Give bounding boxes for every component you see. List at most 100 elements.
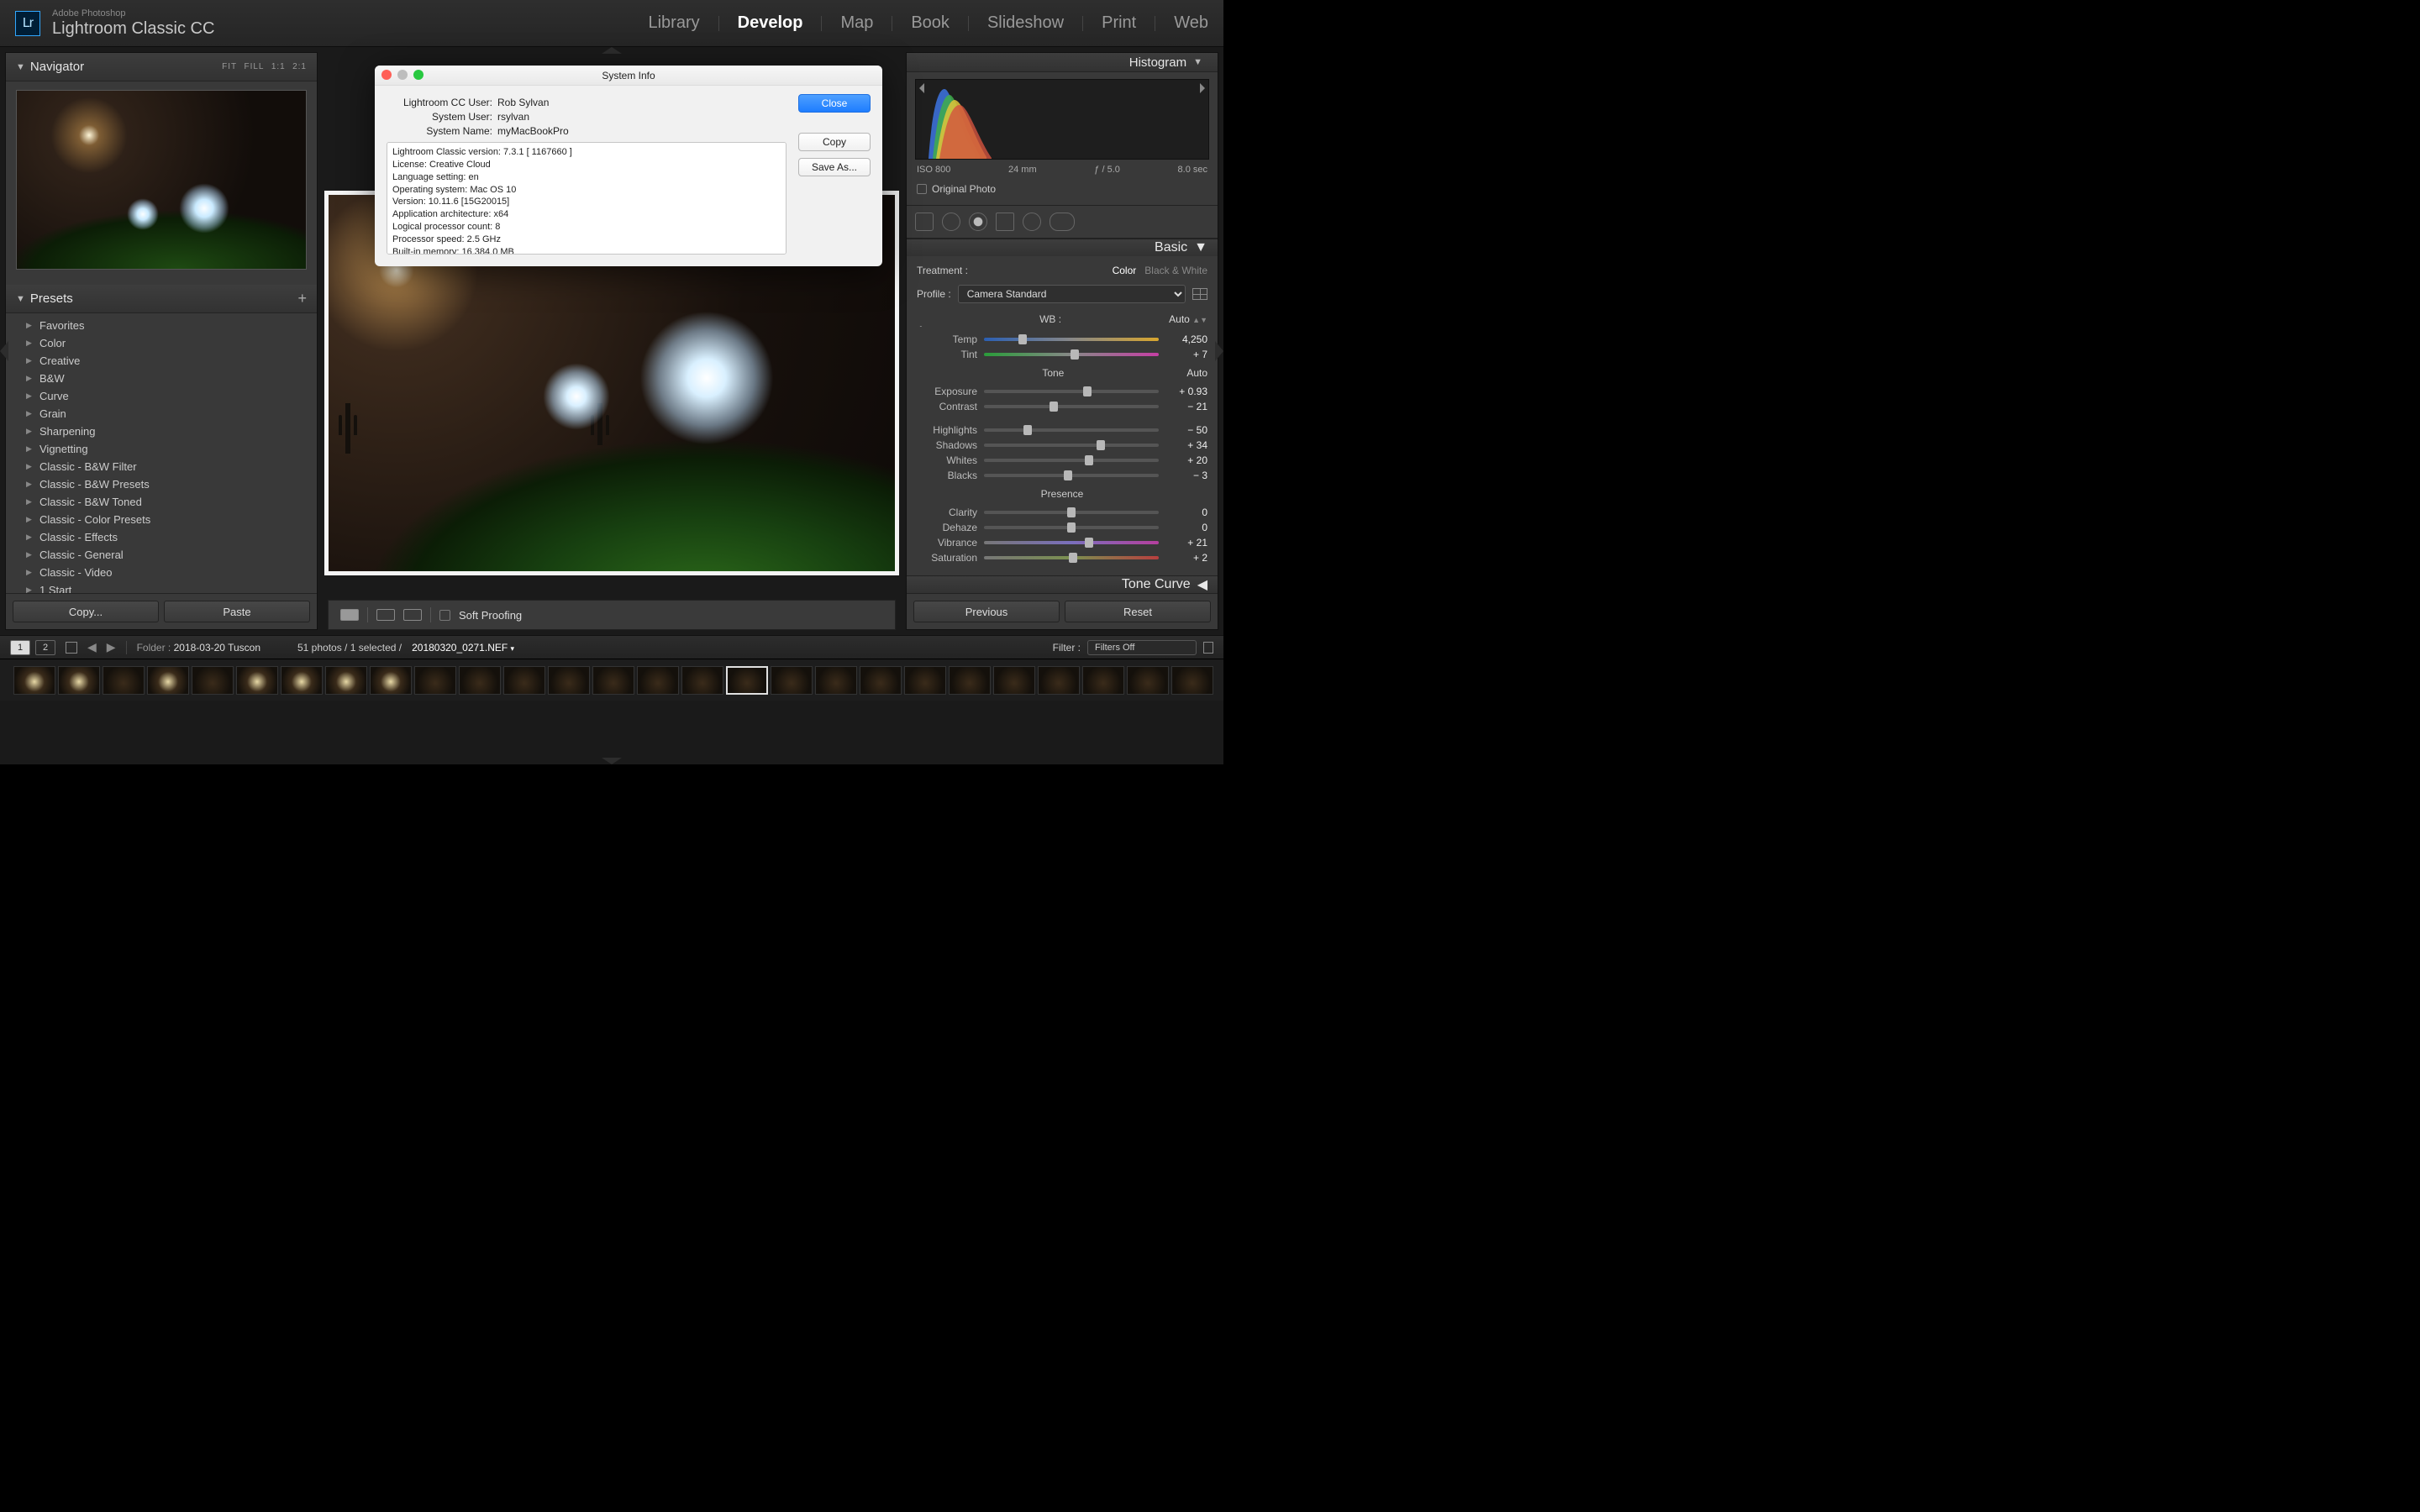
display-1-button[interactable]: 1	[10, 640, 30, 655]
preset-folder[interactable]: ▶Creative	[6, 352, 317, 370]
filmstrip-thumb[interactable]	[1127, 666, 1169, 695]
preset-folder[interactable]: ▶B&W	[6, 370, 317, 387]
collapse-left-icon[interactable]	[0, 341, 8, 361]
whites-value[interactable]: + 20	[1165, 454, 1207, 466]
treatment-bw[interactable]: Black & White	[1144, 265, 1207, 276]
module-library[interactable]: Library	[648, 13, 699, 33]
next-photo-icon[interactable]: ▶	[107, 640, 116, 654]
preset-folder[interactable]: ▶Classic - B&W Presets	[6, 475, 317, 493]
dehaze-slider[interactable]	[984, 526, 1159, 529]
filmstrip-thumb[interactable]	[325, 666, 367, 695]
wb-dropper-icon[interactable]	[917, 312, 932, 327]
tint-slider[interactable]	[984, 353, 1159, 356]
filmstrip-thumb[interactable]	[236, 666, 278, 695]
tone-auto-button[interactable]: Auto	[1186, 367, 1207, 379]
vibrance-value[interactable]: + 21	[1165, 537, 1207, 549]
nav-zoom-2to1[interactable]: 2:1	[292, 62, 307, 71]
filmstrip-thumb-selected[interactable]	[726, 666, 768, 695]
folder-breadcrumb[interactable]: Folder : 2018-03-20 Tuscon	[137, 642, 260, 654]
prev-photo-icon[interactable]: ◀	[87, 640, 97, 654]
blacks-value[interactable]: − 3	[1165, 470, 1207, 481]
filmstrip-thumb[interactable]	[771, 666, 813, 695]
spot-removal-icon[interactable]	[942, 213, 960, 231]
graduated-filter-icon[interactable]	[996, 213, 1014, 231]
system-info-textarea[interactable]: Lightroom Classic version: 7.3.1 [ 11676…	[387, 142, 786, 255]
saturation-slider[interactable]	[984, 556, 1159, 559]
clarity-value[interactable]: 0	[1165, 507, 1207, 518]
radial-filter-icon[interactable]	[1023, 213, 1041, 231]
vibrance-slider[interactable]	[984, 541, 1159, 544]
presets-list[interactable]: ▶Favorites ▶Color ▶Creative ▶B&W ▶Curve …	[6, 313, 317, 593]
preset-folder[interactable]: ▶Vignetting	[6, 440, 317, 458]
display-2-button[interactable]: 2	[35, 640, 55, 655]
whites-slider[interactable]	[984, 459, 1159, 462]
save-as-button[interactable]: Save As...	[798, 158, 871, 176]
filter-lock-icon[interactable]	[1203, 642, 1213, 654]
filmstrip-thumb[interactable]	[548, 666, 590, 695]
grid-view-icon[interactable]	[66, 642, 77, 654]
module-map[interactable]: Map	[840, 13, 873, 33]
module-web[interactable]: Web	[1174, 13, 1208, 33]
brush-icon[interactable]	[1050, 213, 1075, 231]
nav-zoom-fill[interactable]: FILL	[244, 62, 264, 71]
presets-header[interactable]: ▼ Presets +	[6, 285, 317, 313]
preset-folder[interactable]: ▶Classic - Color Presets	[6, 511, 317, 528]
crop-tool-icon[interactable]	[915, 213, 934, 231]
add-preset-icon[interactable]: +	[297, 290, 307, 307]
window-close-icon[interactable]	[381, 70, 392, 80]
filmstrip-thumb[interactable]	[192, 666, 234, 695]
preset-folder[interactable]: ▶Classic - Effects	[6, 528, 317, 546]
preset-folder[interactable]: ▶Classic - General	[6, 546, 317, 564]
nav-zoom-1to1[interactable]: 1:1	[271, 62, 286, 71]
filmstrip-thumb[interactable]	[459, 666, 501, 695]
filmstrip-thumb[interactable]	[147, 666, 189, 695]
filmstrip-thumb[interactable]	[949, 666, 991, 695]
highlights-value[interactable]: − 50	[1165, 424, 1207, 436]
temp-value[interactable]: 4,250	[1165, 333, 1207, 345]
filmstrip-thumb[interactable]	[993, 666, 1035, 695]
preset-folder[interactable]: ▶Classic - Video	[6, 564, 317, 581]
preset-folder[interactable]: ▶Classic - B&W Toned	[6, 493, 317, 511]
loupe-view-icon[interactable]	[340, 609, 359, 621]
previous-button[interactable]: Previous	[913, 601, 1060, 622]
filmstrip-thumb[interactable]	[281, 666, 323, 695]
window-zoom-icon[interactable]	[413, 70, 424, 80]
close-button[interactable]: Close	[798, 94, 871, 113]
copy-button[interactable]: Copy	[798, 133, 871, 151]
treatment-color[interactable]: Color	[1113, 265, 1137, 276]
current-filename[interactable]: 20180320_0271.NEF ▾	[412, 642, 514, 654]
blacks-slider[interactable]	[984, 474, 1159, 477]
paste-settings-button[interactable]: Paste	[164, 601, 310, 622]
preset-folder[interactable]: ▶Color	[6, 334, 317, 352]
module-print[interactable]: Print	[1102, 13, 1136, 33]
window-minimize-icon[interactable]	[397, 70, 408, 80]
contrast-slider[interactable]	[984, 405, 1159, 408]
filmstrip-thumb[interactable]	[503, 666, 545, 695]
navigator-preview[interactable]	[6, 81, 317, 285]
module-slideshow[interactable]: Slideshow	[987, 13, 1064, 33]
highlights-slider[interactable]	[984, 428, 1159, 432]
filmstrip-thumb[interactable]	[592, 666, 634, 695]
shadows-slider[interactable]	[984, 444, 1159, 447]
temp-slider[interactable]	[984, 338, 1159, 341]
highlight-clip-icon[interactable]	[1200, 83, 1205, 93]
collapse-right-icon[interactable]	[1215, 341, 1223, 361]
nav-zoom-fit[interactable]: FIT	[222, 62, 237, 71]
tint-value[interactable]: + 7	[1165, 349, 1207, 360]
filmstrip[interactable]	[0, 659, 1223, 701]
filmstrip-thumb[interactable]	[13, 666, 55, 695]
preset-folder[interactable]: ▶Grain	[6, 405, 317, 423]
filmstrip-thumb[interactable]	[815, 666, 857, 695]
preset-folder[interactable]: ▶Sharpening	[6, 423, 317, 440]
filmstrip-thumb[interactable]	[414, 666, 456, 695]
collapse-bottom-icon[interactable]	[602, 758, 622, 764]
copy-settings-button[interactable]: Copy...	[13, 601, 159, 622]
filmstrip-thumb[interactable]	[904, 666, 946, 695]
clarity-slider[interactable]	[984, 511, 1159, 514]
dialog-title-bar[interactable]: System Info	[375, 66, 882, 86]
dehaze-value[interactable]: 0	[1165, 522, 1207, 533]
filmstrip-thumb[interactable]	[681, 666, 723, 695]
saturation-value[interactable]: + 2	[1165, 552, 1207, 564]
filmstrip-thumb[interactable]	[58, 666, 100, 695]
exposure-slider[interactable]	[984, 390, 1159, 393]
